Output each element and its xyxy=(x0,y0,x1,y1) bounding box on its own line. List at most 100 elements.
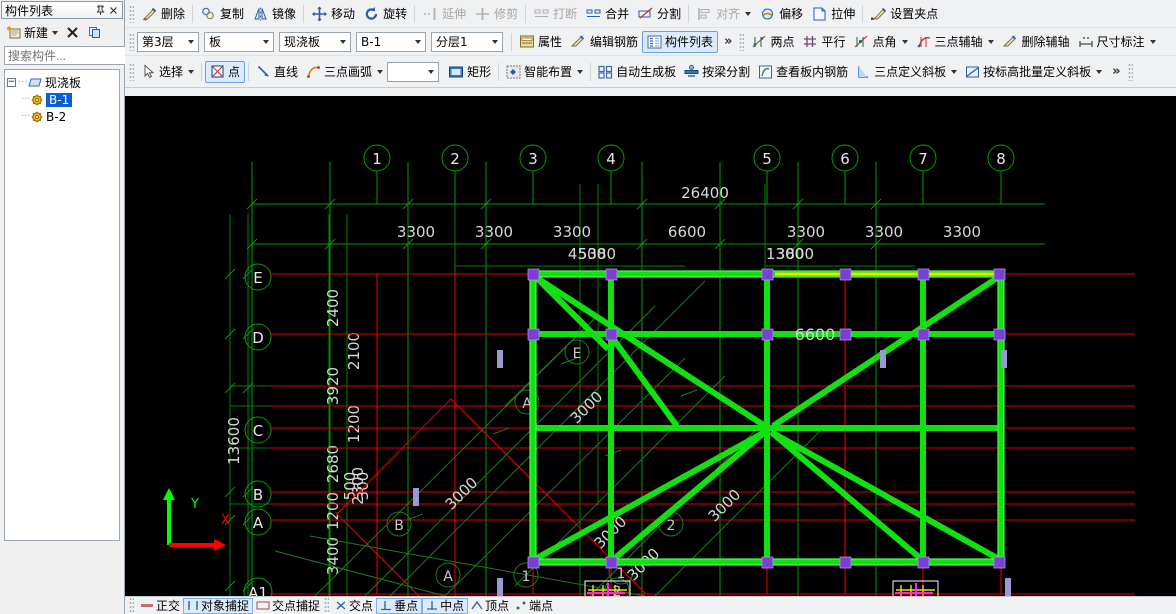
status-label: 顶点 xyxy=(485,599,510,613)
separator xyxy=(248,62,250,81)
status-ortho[interactable]: 正交 xyxy=(137,598,183,614)
tool-rotate[interactable]: 旋转 xyxy=(359,3,411,25)
tool-properties[interactable]: 属性 xyxy=(515,31,566,53)
chevron-down-icon[interactable] xyxy=(183,39,198,44)
tool-extend[interactable]: 延伸 xyxy=(418,3,470,25)
chevron-down-icon[interactable] xyxy=(1149,39,1156,44)
delete-component-button[interactable] xyxy=(63,24,82,41)
tool-smart-layout[interactable]: 智能布置 xyxy=(502,61,587,83)
tool-move[interactable]: 移动 xyxy=(307,3,359,25)
chevron-down-icon[interactable] xyxy=(258,39,273,44)
toolbar-grip[interactable] xyxy=(1127,62,1133,81)
tool-align[interactable]: 对齐 xyxy=(692,3,755,25)
status-endpoint[interactable]: 端点 xyxy=(512,598,556,614)
status-perpendicular[interactable]: 垂点 xyxy=(376,597,423,614)
type-select[interactable]: 现浇板 xyxy=(279,31,351,52)
dim-top-5: 3300 xyxy=(787,223,825,241)
tree-item-label-b2[interactable]: B-2 xyxy=(46,110,66,124)
tool-set-grip-point[interactable]: 设置夹点 xyxy=(866,3,942,25)
chevron-down-icon[interactable] xyxy=(377,69,384,74)
tool-view-slab-rebar[interactable]: 查看板内钢筋 xyxy=(754,61,852,83)
status-midpoint[interactable]: 中点 xyxy=(422,597,469,614)
tool-batch-slope-by-elevation[interactable]: 按标高批量定义斜板 xyxy=(961,61,1106,83)
toolbar-grip[interactable] xyxy=(129,4,134,23)
tool-edit-rebar[interactable]: 编辑钢筋 xyxy=(566,31,642,53)
tool-point[interactable]: 点 xyxy=(205,60,246,83)
status-object-snap[interactable]: 对象捕捉 xyxy=(183,597,254,614)
tool-rectangle[interactable]: 矩形 xyxy=(444,61,495,83)
status-intersection-snap[interactable]: 交点捕捉 xyxy=(253,598,323,614)
tool-label: 矩形 xyxy=(467,65,492,79)
tool-break[interactable]: 打断 xyxy=(529,3,581,25)
chevron-down-icon[interactable] xyxy=(335,39,350,44)
tool-delete-aux-axis[interactable]: 删除辅轴 xyxy=(998,31,1074,53)
tool-merge[interactable]: 合并 xyxy=(581,3,633,25)
tool-stretch[interactable]: 拉伸 xyxy=(807,3,859,25)
tool-line[interactable]: 直线 xyxy=(252,61,302,83)
tool-label: 修剪 xyxy=(494,7,519,21)
dim-total-left: 13600 xyxy=(225,417,243,465)
copy-component-button[interactable] xyxy=(85,24,104,41)
chevron-down-icon[interactable] xyxy=(745,11,752,16)
layer-select[interactable]: 分层1 xyxy=(431,31,503,52)
tool-parallel-axis[interactable]: 平行 xyxy=(798,31,849,53)
status-vertex[interactable]: 顶点 xyxy=(468,598,512,614)
tree-node-root[interactable]: − ··· 现浇板 xyxy=(7,74,117,91)
tool-select[interactable]: 选择 xyxy=(137,61,198,83)
tool-copy[interactable]: 复制 xyxy=(196,3,248,25)
grid-bubble-label: E xyxy=(253,269,262,287)
chevron-down-icon[interactable] xyxy=(52,30,59,35)
close-icon[interactable] xyxy=(107,4,120,17)
toolbar-grip[interactable] xyxy=(129,32,134,51)
tool-dimension[interactable]: 尺寸标注 xyxy=(1074,31,1160,53)
slab-icon xyxy=(28,77,42,89)
toolbar-grip[interactable] xyxy=(129,62,134,81)
toolbar-overflow-button[interactable]: » xyxy=(718,34,738,49)
tool-split-by-beam[interactable]: 按梁分割 xyxy=(680,61,754,83)
toolbar-overflow-button[interactable]: » xyxy=(1106,64,1126,79)
tool-delete[interactable]: 删除 xyxy=(137,3,189,25)
chevron-down-icon[interactable] xyxy=(901,39,908,44)
tree-node-b1[interactable]: ··· B-1 xyxy=(7,91,117,108)
cad-drawing-area[interactable]: 1 2 3 4 5 6 7 8 E D C B A A1 26400 3300 … xyxy=(125,96,1176,596)
tool-offset[interactable]: 偏移 xyxy=(755,3,807,25)
toolbar-grip[interactable] xyxy=(739,32,745,51)
tool-three-point-slope-slab[interactable]: 三点定义斜板 xyxy=(852,61,961,83)
separator xyxy=(511,32,512,51)
tool-point-angle-axis[interactable]: 点角 xyxy=(849,31,911,53)
tool-mirror[interactable]: 镜像 xyxy=(248,3,300,25)
pin-icon[interactable] xyxy=(94,4,107,17)
status-intersection[interactable]: 交点 xyxy=(332,598,376,614)
chevron-down-icon[interactable] xyxy=(987,39,994,44)
tree-node-b2[interactable]: ··· B-2 xyxy=(7,108,117,125)
tree-expander-icon[interactable]: − xyxy=(7,78,16,87)
tool-label: 移动 xyxy=(331,7,356,21)
chevron-down-icon[interactable] xyxy=(577,69,584,74)
tool-three-point-arc[interactable]: 三点画弧 xyxy=(302,61,387,83)
separator xyxy=(303,4,305,23)
chevron-down-icon[interactable] xyxy=(487,39,502,44)
toolbar-grip[interactable] xyxy=(129,597,134,614)
tool-three-point-aux-axis[interactable]: 三点辅轴 xyxy=(912,31,998,53)
cad-canvas[interactable]: 1 2 3 4 5 6 7 8 E D C B A A1 26400 3300 … xyxy=(125,96,1176,596)
tree-root-label: 现浇板 xyxy=(45,76,82,90)
tree-item-label-b1[interactable]: B-1 xyxy=(46,92,73,107)
draw-option-select[interactable] xyxy=(387,61,440,82)
new-component-button[interactable]: 新建 xyxy=(4,23,60,42)
chevron-down-icon[interactable] xyxy=(1096,69,1103,74)
chevron-down-icon[interactable] xyxy=(423,69,438,74)
category-select[interactable]: 板 xyxy=(204,31,274,52)
tool-split[interactable]: 分割 xyxy=(633,3,685,25)
rotate-icon xyxy=(363,6,380,22)
component-tree[interactable]: − ··· 现浇板 ··· B-1 ··· B-2 xyxy=(4,69,120,541)
chevron-down-icon[interactable] xyxy=(188,69,195,74)
tool-auto-generate-slab[interactable]: 自动生成板 xyxy=(594,61,680,83)
tool-two-point-axis[interactable]: 两点 xyxy=(747,31,798,53)
component-select[interactable]: B-1 xyxy=(356,31,426,52)
tool-trim[interactable]: 修剪 xyxy=(470,3,522,25)
toolbar-grip[interactable] xyxy=(324,597,330,614)
chevron-down-icon[interactable] xyxy=(410,39,425,44)
floor-select[interactable]: 第3层 xyxy=(137,31,199,52)
tool-component-list[interactable]: 构件列表 xyxy=(642,30,719,53)
chevron-down-icon[interactable] xyxy=(951,69,958,74)
